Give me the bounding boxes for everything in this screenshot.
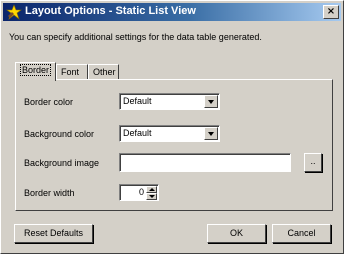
window-title: Layout Options - Static List View bbox=[25, 5, 196, 17]
border-tab-panel: Border color Default Background color De… bbox=[15, 79, 333, 211]
background-color-value: Default bbox=[123, 128, 152, 138]
tab-font[interactable]: Font bbox=[56, 64, 88, 80]
cancel-button[interactable]: Cancel bbox=[272, 224, 331, 243]
ok-button[interactable]: OK bbox=[207, 224, 266, 243]
chevron-down-icon[interactable] bbox=[146, 193, 157, 200]
tab-label: Border bbox=[20, 64, 52, 76]
border-width-value: 0 bbox=[138, 187, 144, 197]
background-color-label: Background color bbox=[24, 129, 95, 139]
close-button[interactable]: × bbox=[323, 5, 339, 19]
chevron-down-icon[interactable] bbox=[204, 127, 218, 140]
border-color-label: Border color bbox=[24, 97, 74, 107]
tab-border[interactable]: Border bbox=[15, 62, 56, 81]
description-text: You can specify additional settings for … bbox=[9, 32, 262, 42]
tab-label: Other bbox=[93, 67, 116, 77]
chevron-down-icon[interactable] bbox=[204, 95, 218, 108]
border-color-value: Default bbox=[123, 96, 152, 106]
background-color-select[interactable]: Default bbox=[119, 125, 220, 142]
title-bar[interactable]: Layout Options - Static List View × bbox=[3, 3, 341, 21]
star-icon bbox=[6, 4, 22, 20]
browse-button[interactable]: .. bbox=[304, 153, 322, 172]
background-image-label: Background image bbox=[24, 158, 100, 168]
border-width-stepper[interactable]: 0 bbox=[119, 184, 159, 201]
background-image-input[interactable] bbox=[119, 153, 291, 172]
border-color-select[interactable]: Default bbox=[119, 93, 220, 110]
tab-other[interactable]: Other bbox=[88, 64, 119, 80]
tab-label: Font bbox=[61, 67, 80, 77]
border-width-label: Border width bbox=[24, 188, 75, 198]
reset-defaults-button[interactable]: Reset Defaults bbox=[14, 224, 93, 243]
dialog-window: Layout Options - Static List View × You … bbox=[0, 0, 344, 254]
chevron-up-icon[interactable] bbox=[146, 186, 157, 193]
